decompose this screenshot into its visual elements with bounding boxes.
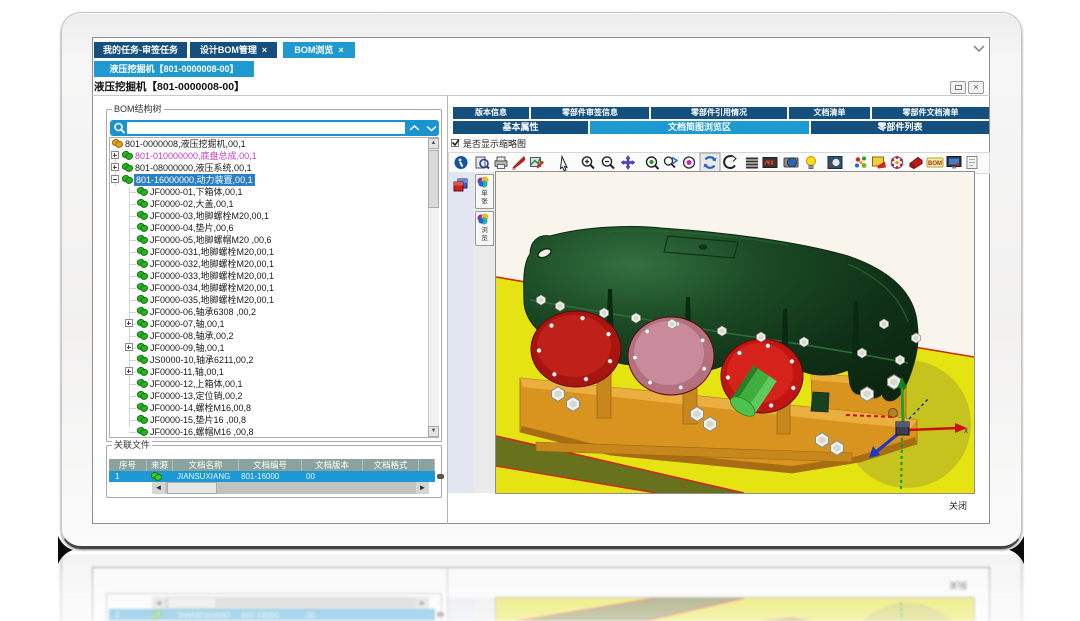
svg-text:BOM: BOM xyxy=(928,161,942,167)
svg-text:x: x xyxy=(964,426,968,435)
